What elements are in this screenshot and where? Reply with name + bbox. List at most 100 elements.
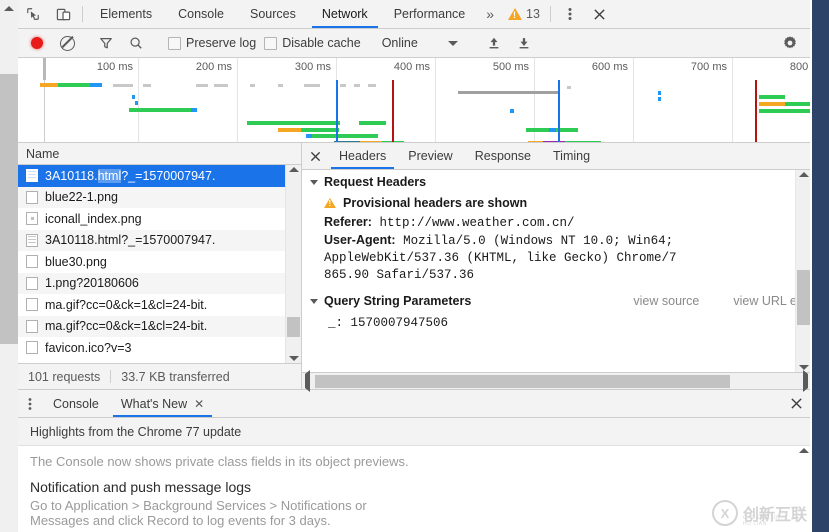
toolbar-divider-2: [550, 6, 551, 22]
scroll-up-arrow[interactable]: [0, 0, 18, 17]
whats-new-scrollbar[interactable]: [796, 446, 811, 532]
filter-funnel-icon[interactable]: [91, 36, 121, 50]
tab-sources[interactable]: Sources: [237, 0, 309, 28]
close-icon[interactable]: [585, 0, 615, 28]
search-magnifier-icon[interactable]: [121, 36, 151, 50]
upload-arrow-icon[interactable]: [479, 36, 509, 50]
overview-request-bar: [143, 84, 151, 87]
headers-content: Request Headers Provisional headers are …: [302, 170, 811, 372]
scrollbar-thumb[interactable]: [315, 375, 730, 388]
overview-request-bar: [354, 84, 360, 87]
chevron-down-icon: [310, 299, 318, 304]
image-icon: [26, 341, 38, 354]
network-overview-timeline[interactable]: 100 ms200 ms300 ms400 ms500 ms600 ms700 …: [18, 58, 811, 143]
table-row[interactable]: blue22-1.png: [18, 187, 301, 209]
table-row[interactable]: blue30.png: [18, 251, 301, 273]
overview-request-bar: [40, 83, 58, 87]
tab-timing[interactable]: Timing: [542, 143, 601, 169]
request-detail-pane: Headers Preview Response Timing Request …: [302, 143, 811, 389]
requests-column-header[interactable]: Name: [18, 143, 301, 165]
scrollbar-thumb[interactable]: [0, 74, 18, 344]
more-tabs-icon[interactable]: »: [478, 0, 502, 28]
table-row[interactable]: ma.gif?cc=0&ck=1&cl=24-bit.: [18, 294, 301, 316]
view-url-encoded-link[interactable]: view URL er: [733, 294, 801, 308]
request-name: iconall_index.png: [45, 212, 142, 226]
scroll-down-arrow[interactable]: [289, 356, 299, 361]
whats-new-item-line2: Messages and click Record to log events …: [30, 513, 811, 528]
close-icon[interactable]: [781, 390, 811, 417]
kebab-menu-icon[interactable]: [555, 0, 585, 28]
scroll-right-arrow[interactable]: [803, 374, 808, 388]
disable-cache-checkbox[interactable]: Disable cache: [264, 36, 361, 50]
overview-request-bar: [129, 108, 191, 112]
overview-tick-label: 300 ms: [295, 61, 336, 73]
detail-horizontal-scrollbar[interactable]: [302, 372, 811, 389]
tab-preview[interactable]: Preview: [397, 143, 463, 169]
table-row[interactable]: favicon.ico?v=3: [18, 337, 301, 359]
tab-headers[interactable]: Headers: [328, 143, 397, 169]
whats-new-intro: The Console now shows private class fiel…: [30, 454, 811, 479]
table-row[interactable]: ma.gif?cc=0&ck=1&cl=24-bit.: [18, 316, 301, 338]
table-row[interactable]: iconall_index.png: [18, 208, 301, 230]
request-headers-title[interactable]: Request Headers: [302, 170, 811, 194]
clear-forbidden-icon[interactable]: [52, 36, 82, 51]
page-scrollbar-rail[interactable]: [0, 0, 19, 532]
scroll-up-arrow[interactable]: [799, 448, 809, 453]
scroll-up-arrow[interactable]: [289, 167, 299, 172]
scroll-up-arrow[interactable]: [799, 172, 809, 177]
tab-response[interactable]: Response: [464, 143, 542, 169]
requests-scrollbar[interactable]: [285, 165, 301, 363]
scrollbar-thumb[interactable]: [797, 270, 810, 325]
overview-request-bar: [58, 83, 90, 87]
checkbox-box: [264, 37, 277, 50]
requests-pane: Name 3A10118.html?_=1570007947.blue22-1.…: [18, 143, 302, 389]
overview-request-bar: [214, 84, 228, 87]
drawer-tab-console[interactable]: Console: [42, 390, 110, 417]
devtools-drawer: Console What's New ✕ Highlights from the…: [18, 389, 811, 532]
overview-request-bar: [196, 84, 208, 87]
overview-tick-label: 200 ms: [196, 61, 237, 73]
scroll-left-arrow[interactable]: [305, 374, 310, 388]
tab-performance[interactable]: Performance: [381, 0, 479, 28]
drawer-tab-whats-new[interactable]: What's New ✕: [110, 390, 215, 417]
overview-edge-marker: [43, 58, 46, 80]
table-row[interactable]: 1.png?20180606: [18, 273, 301, 295]
tab-label: Headers: [339, 149, 386, 163]
detail-vertical-scrollbar[interactable]: [795, 170, 811, 372]
kebab-menu-icon[interactable]: [18, 390, 42, 417]
table-row[interactable]: 3A10118.html?_=1570007947.: [18, 165, 301, 187]
scrollbar-thumb[interactable]: [287, 317, 300, 337]
record-dot-icon[interactable]: [22, 37, 52, 49]
image-icon: [26, 191, 38, 204]
whats-new-header-label: Highlights from the Chrome 77 update: [30, 425, 241, 439]
close-icon[interactable]: [302, 143, 328, 169]
tab-console[interactable]: Console: [165, 0, 237, 28]
browser-window-edge: [812, 0, 829, 532]
view-source-link[interactable]: view source: [633, 294, 699, 308]
warning-triangle-icon: [324, 198, 336, 208]
tab-network[interactable]: Network: [309, 0, 381, 28]
detail-tabbar: Headers Preview Response Timing: [302, 143, 811, 170]
close-icon[interactable]: ✕: [194, 397, 204, 411]
overview-tick: [237, 58, 238, 142]
document-icon: [26, 234, 38, 247]
table-row[interactable]: 3A10118.html?_=1570007947.: [18, 230, 301, 252]
overview-request-bar: [759, 95, 785, 99]
gear-icon[interactable]: [775, 35, 805, 51]
preserve-log-checkbox[interactable]: Preserve log: [168, 36, 256, 50]
overview-request-bar: [549, 128, 556, 132]
throttling-dropdown[interactable]: Online: [382, 36, 458, 50]
tab-elements[interactable]: Elements: [87, 0, 165, 28]
warning-indicator[interactable]: 13: [502, 0, 546, 28]
download-arrow-icon[interactable]: [509, 36, 539, 50]
query-string-title[interactable]: Query String Parameters view source view…: [302, 289, 811, 313]
overview-tick: [633, 58, 634, 142]
user-agent-continuation-2: 865.90 Safari/537.36: [302, 266, 811, 283]
device-toolbar-icon[interactable]: [48, 0, 78, 28]
requests-list[interactable]: 3A10118.html?_=1570007947.blue22-1.pngic…: [18, 165, 301, 363]
overview-request-bar: [759, 109, 811, 113]
overview-tick-label: 600 ms: [592, 61, 633, 73]
cursor-select-icon[interactable]: [18, 0, 48, 28]
section-label: Request Headers: [324, 175, 426, 189]
request-name: ma.gif?cc=0&ck=1&cl=24-bit.: [45, 298, 207, 312]
